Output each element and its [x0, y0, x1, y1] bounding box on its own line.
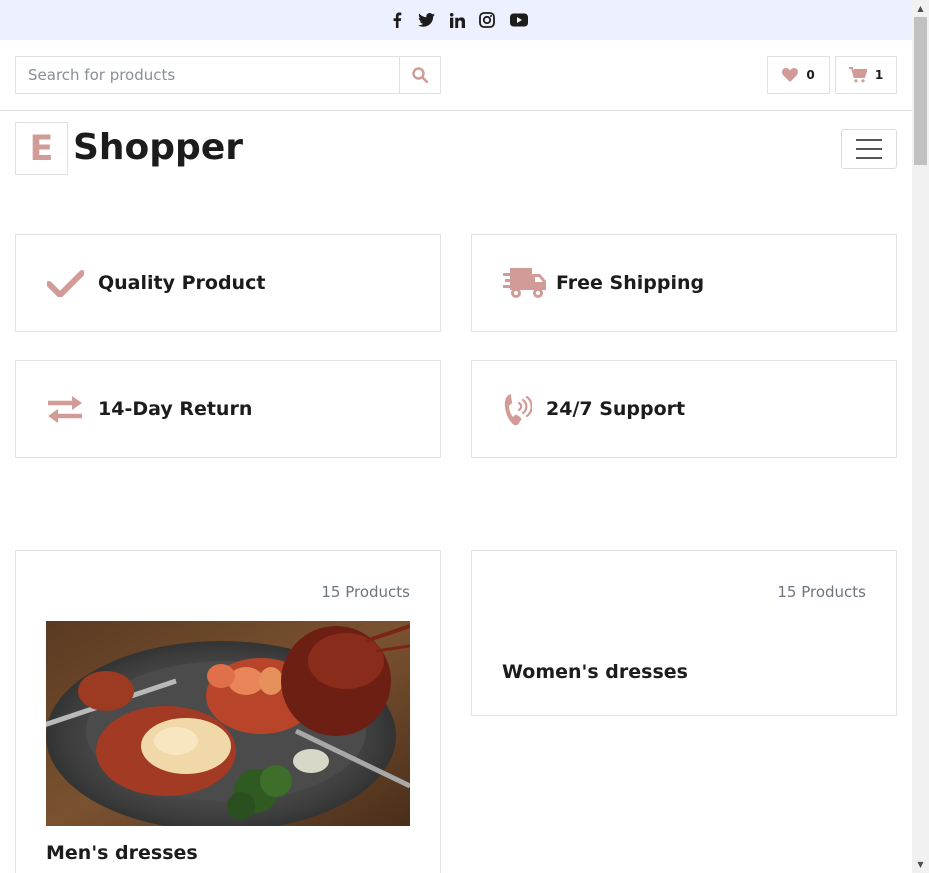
- page-scrollbar[interactable]: ▲ ▼: [912, 0, 929, 873]
- search-input[interactable]: [16, 57, 399, 93]
- heart-icon: [782, 68, 799, 82]
- check-icon: [46, 269, 84, 297]
- cart-button[interactable]: 1: [835, 56, 897, 94]
- search-icon: [412, 67, 428, 83]
- shopping-cart-icon: [848, 67, 867, 83]
- feature-shipping: Free Shipping: [471, 234, 897, 332]
- phone-volume-icon: [502, 391, 532, 427]
- top-social-bar: [0, 0, 912, 40]
- logo-mark[interactable]: E: [15, 122, 68, 175]
- search-bar: [15, 56, 441, 94]
- hamburger-icon-bar: [856, 157, 882, 159]
- category-name[interactable]: Women's dresses: [502, 661, 688, 683]
- shipping-truck-icon: [502, 266, 548, 300]
- hamburger-icon-bar: [856, 139, 882, 141]
- scrollbar-thumb[interactable]: [914, 17, 927, 165]
- brand-name[interactable]: Shopper: [73, 124, 243, 172]
- scroll-down-arrow-icon[interactable]: ▼: [912, 856, 929, 873]
- feature-label: 14-Day Return: [98, 398, 253, 420]
- logo-letter: E: [29, 128, 54, 169]
- feature-label: Free Shipping: [556, 272, 705, 294]
- header-divider: [0, 110, 912, 111]
- facebook-icon[interactable]: [388, 11, 406, 29]
- navbar-toggle-button[interactable]: [841, 129, 897, 169]
- feature-label: Quality Product: [98, 272, 266, 294]
- search-button[interactable]: [399, 57, 440, 93]
- feature-quality: Quality Product: [15, 234, 441, 332]
- wishlist-count: 0: [806, 68, 815, 82]
- cart-count: 1: [874, 68, 884, 82]
- linkedin-icon[interactable]: [448, 11, 466, 29]
- product-count: 15 Products: [777, 583, 866, 601]
- hamburger-icon-bar: [856, 148, 882, 150]
- product-count: 15 Products: [321, 583, 410, 601]
- wishlist-button[interactable]: 0: [767, 56, 830, 94]
- feature-support: 24/7 Support: [471, 360, 897, 458]
- category-card-men[interactable]: 15 Products Men's dresses: [15, 550, 441, 873]
- instagram-icon[interactable]: [478, 11, 496, 29]
- youtube-icon[interactable]: [509, 11, 529, 29]
- category-card-women[interactable]: 15 Products Women's dresses: [471, 550, 897, 716]
- lobster-dish-photo[interactable]: [46, 621, 410, 826]
- twitter-icon[interactable]: [417, 11, 435, 29]
- category-name[interactable]: Men's dresses: [46, 842, 198, 864]
- feature-return: 14-Day Return: [15, 360, 441, 458]
- scroll-up-arrow-icon[interactable]: ▲: [912, 0, 929, 17]
- exchange-arrows-icon: [46, 394, 84, 424]
- feature-label: 24/7 Support: [546, 398, 686, 420]
